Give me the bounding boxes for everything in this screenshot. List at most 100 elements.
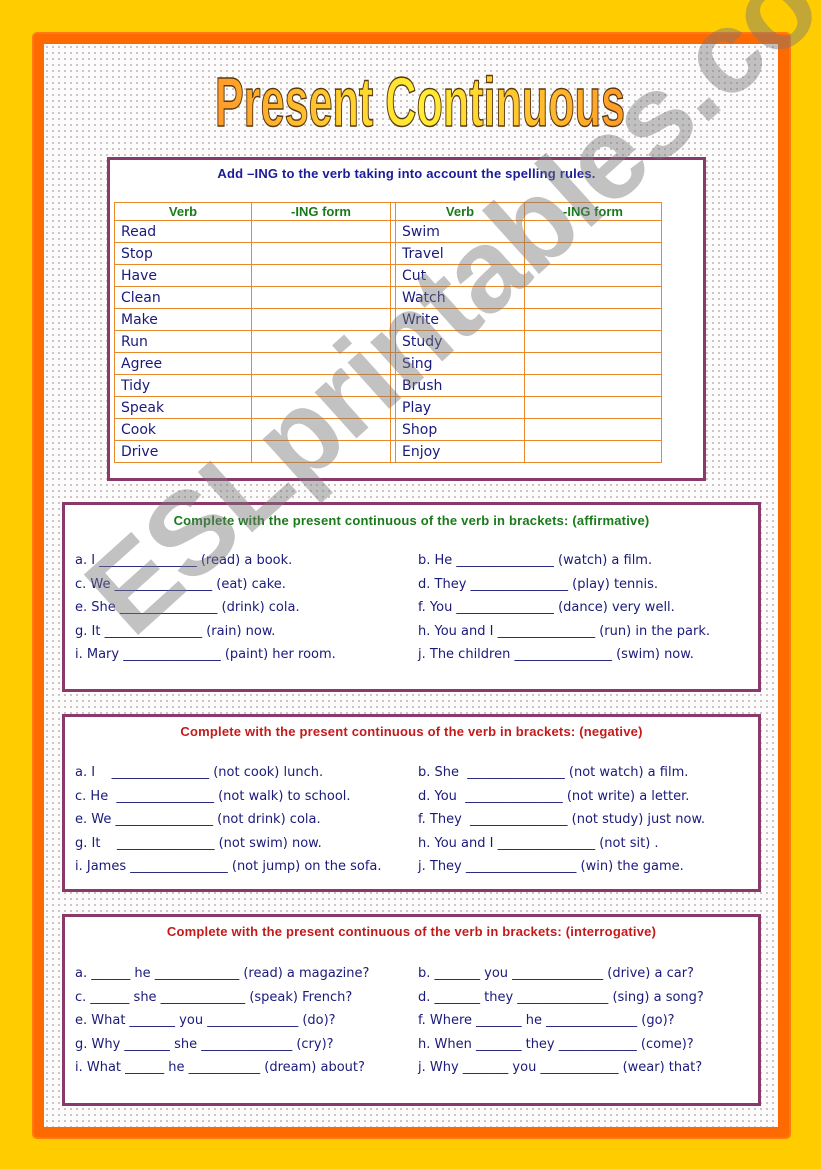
ing-form-blank[interactable] [251,396,391,419]
verb-cell: Stop [114,242,252,265]
exercise-item: j. Why _______ you ____________ (wear) t… [418,1060,703,1076]
exercise-item: a. ______ he _____________ (read) a maga… [75,966,370,981]
verb-cell: Clean [114,286,252,309]
verb-table: Verb -ING form Verb -ING form Read Swim St… [114,202,662,463]
title-wordart: Present Continuous [214,62,626,140]
verb-cell: Cook [114,418,252,441]
ing-form-blank[interactable] [251,330,391,353]
verb-cell: Watch [395,286,525,309]
verb-cell: Run [114,330,252,353]
header-ing-form: -ING form [524,202,662,221]
verb-cell: Travel [395,242,525,265]
section2-heading: Complete with the present continuous of … [173,513,650,528]
ing-form-blank[interactable] [524,264,662,287]
verb-cell: Agree [114,352,252,375]
table-row: Clean Watch [114,286,662,309]
exercise-item: g. Why _______ she ______________ (cry)? [75,1036,334,1052]
exercise-item: e. We _______________ (not drink) cola. [75,812,321,828]
verb-cell: Make [114,308,252,331]
ing-form-blank[interactable] [524,374,662,397]
exercise-item: h. You and I _______________ (not sit) . [418,835,659,851]
exercise-item: h. You and I _______________ (run) in th… [418,623,711,639]
header-ing-form: -ING form [251,202,391,221]
ing-form-blank[interactable] [251,352,391,375]
exercise-item: i. Mary _______________ (paint) her room… [75,647,336,663]
exercise-item: a. I _______________ (read) a book. [75,553,293,568]
exercise-item: j. The children _______________ (swim) n… [418,647,694,663]
affirmative-exercises: a. I _______________ (read) a book. b. He… [75,549,748,667]
exercise-item: f. You _______________ (dance) very well… [418,600,675,616]
exercise-item: i. James _______________ (not jump) on t… [75,859,382,875]
ing-form-blank[interactable] [524,440,662,463]
exercise-item: c. ______ she _____________ (speak) Fren… [75,989,353,1005]
spelling-table-box: Add –ING to the verb taking into account… [107,157,706,481]
exercise-item: f. Where _______ he ______________ (go)? [418,1013,675,1029]
ing-form-blank[interactable] [524,352,662,375]
header-verb: Verb [114,202,252,221]
exercise-item: g. It _______________ (not swim) now. [75,835,322,851]
ing-form-blank[interactable] [251,308,391,331]
verb-cell: Read [114,220,252,243]
verb-cell: Enjoy [395,440,525,463]
ing-form-blank[interactable] [251,374,391,397]
exercise-item: i. What ______ he ___________ (dream) ab… [75,1060,365,1076]
ing-form-blank[interactable] [251,286,391,309]
verb-cell: Swim [395,220,525,243]
exercise-item: b. _______ you ______________ (drive) a … [418,966,694,981]
section3-heading: Complete with the present continuous of … [180,724,643,739]
verb-cell: Speak [114,396,252,419]
ing-form-blank[interactable] [524,330,662,353]
exercise-item: c. He _______________ (not walk) to scho… [75,788,351,804]
negative-exercises: a. I _______________ (not cook) lunch. b.… [75,761,748,879]
exercise-item: f. They _______________ (not study) just… [418,812,706,828]
verb-cell: Drive [114,440,252,463]
exercise-item: e. What _______ you ______________ (do)? [75,1013,336,1029]
exercise-item: a. I _______________ (not cook) lunch. [75,765,324,780]
title-text: Present Continuous [215,63,625,140]
negative-box: Complete with the present continuous of … [62,714,761,892]
verb-cell: Sing [395,352,525,375]
exercise-item: j. They _________________ (win) the game… [418,859,684,875]
verb-cell: Write [395,308,525,331]
ing-form-blank[interactable] [251,440,391,463]
table-row: Read Swim [114,220,662,243]
table-row: Agree Sing [114,352,662,375]
ing-form-blank[interactable] [251,220,391,243]
interrogative-exercises: a. ______ he _____________ (read) a maga… [75,962,748,1080]
ing-form-blank[interactable] [251,418,391,441]
exercise-item: d. _______ they ______________ (sing) a … [418,989,704,1005]
exercise-item: b. He _______________ (watch) a film. [418,553,653,568]
header-verb: Verb [395,202,525,221]
exercise-item: b. She _______________ (not watch) a fil… [418,765,689,780]
table-row: Drive Enjoy [114,440,662,463]
ing-form-blank[interactable] [251,242,391,265]
verb-cell: Tidy [114,374,252,397]
affirmative-box: Complete with the present continuous of … [62,502,761,692]
table-row: Have Cut [114,264,662,287]
table-row: Stop Travel [114,242,662,265]
table-header-row: Verb -ING form Verb -ING form [114,202,662,221]
interrogative-box: Complete with the present continuous of … [62,914,761,1106]
exercise-item: g. It _______________ (rain) now. [75,623,276,639]
exercise-item: d. You _______________ (not write) a let… [418,788,690,804]
exercise-item: e. She _______________ (drink) cola. [75,600,300,616]
ing-form-blank[interactable] [524,308,662,331]
ing-form-blank[interactable] [524,286,662,309]
ing-form-blank[interactable] [524,220,662,243]
ing-form-blank[interactable] [524,396,662,419]
table-row: Run Study [114,330,662,353]
exercise-item: c. We _______________ (eat) cake. [75,576,286,592]
verb-cell: Brush [395,374,525,397]
exercise-item: d. They _______________ (play) tennis. [418,576,659,592]
ing-form-blank[interactable] [524,242,662,265]
table-row: Tidy Brush [114,374,662,397]
verb-cell: Cut [395,264,525,287]
table-row: Cook Shop [114,418,662,441]
ing-form-blank[interactable] [251,264,391,287]
section1-heading: Add –ING to the verb taking into account… [217,166,596,181]
verb-cell: Play [395,396,525,419]
section4-heading: Complete with the present continuous of … [166,924,657,939]
table-row: Make Write [114,308,662,331]
verb-cell: Shop [395,418,525,441]
ing-form-blank[interactable] [524,418,662,441]
